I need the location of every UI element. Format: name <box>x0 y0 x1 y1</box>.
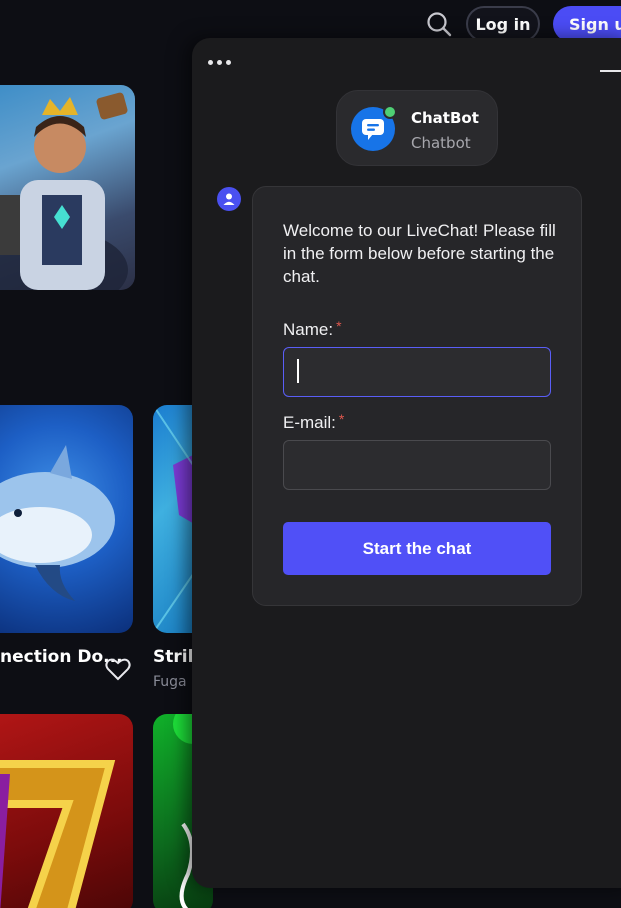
online-status-indicator <box>383 105 397 119</box>
email-input[interactable] <box>283 440 551 490</box>
required-mark: * <box>336 318 342 334</box>
email-label-text: E-mail: <box>283 413 336 432</box>
prechat-form: Welcome to our LiveChat! Please fill in … <box>252 186 582 606</box>
search-icon[interactable] <box>424 9 454 39</box>
heart-icon[interactable] <box>105 657 131 681</box>
user-icon <box>217 187 241 211</box>
more-horizontal-icon[interactable] <box>208 60 231 65</box>
game-provider-strike: Fuga <box>153 674 187 690</box>
name-label-text: Name: <box>283 320 334 339</box>
livechat-panel: ChatBot Chatbot Welcome to our LiveChat!… <box>192 38 621 888</box>
start-chat-button[interactable]: Start the chat <box>283 522 551 575</box>
name-input[interactable] <box>283 347 551 397</box>
required-mark: * <box>338 411 345 427</box>
email-label: E-mail: * <box>283 411 344 433</box>
page: Log in Sign up <box>0 0 621 908</box>
game-tile-seven[interactable] <box>0 714 133 908</box>
chatbot-name: ChatBot <box>411 109 479 127</box>
welcome-message: Welcome to our LiveChat! Please fill in … <box>283 221 556 286</box>
name-label: Name: * <box>283 318 342 340</box>
signup-button[interactable]: Sign up <box>553 6 621 42</box>
chatbot-header: ChatBot Chatbot <box>336 90 498 166</box>
login-button[interactable]: Log in <box>466 6 540 42</box>
game-tile-dolphin[interactable] <box>0 405 133 633</box>
minimize-icon[interactable] <box>600 70 621 72</box>
game-tile-hero[interactable] <box>0 85 135 290</box>
chat-bubble-icon <box>362 119 384 140</box>
text-caret <box>297 359 299 383</box>
chatbot-role: Chatbot <box>411 134 471 152</box>
